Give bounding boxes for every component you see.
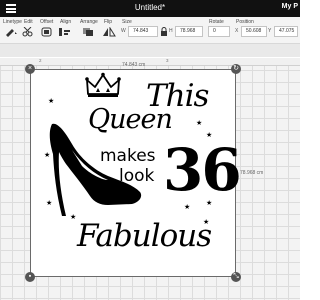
arrange-icon[interactable]: [82, 27, 96, 37]
height-field[interactable]: 78.968: [175, 26, 203, 37]
design-text-fabulous: Fabulous: [77, 218, 212, 254]
x-position-field[interactable]: 50.608: [241, 26, 267, 37]
align-group[interactable]: Align: [60, 19, 71, 25]
edit-toolbar: Linetype Edit Offset Align Arrange Flip: [0, 17, 300, 57]
size-label: Size: [122, 19, 132, 25]
top-ruler: 2 3: [0, 58, 300, 66]
design-text-makes: makes: [100, 146, 156, 166]
edit-label: Edit: [24, 19, 33, 25]
star-icon: ★: [48, 98, 55, 105]
star-icon: ★: [206, 200, 213, 207]
lock-icon[interactable]: ▪: [25, 272, 35, 282]
star-icon: ★: [184, 204, 191, 211]
rotate-field[interactable]: 0: [208, 26, 230, 37]
ruler-mark: 2: [39, 58, 42, 63]
align-label: Align: [60, 19, 72, 25]
arrange-label: Arrange: [80, 19, 98, 25]
linetype-label: Linetype: [3, 19, 22, 25]
ruler-mark: 3: [166, 58, 169, 63]
selection-height-readout: 78.968 cm: [240, 170, 264, 176]
y-field-label: Y: [268, 28, 272, 34]
rotate-label: Rotate: [209, 19, 224, 25]
arrange-group[interactable]: Arrange: [80, 19, 98, 25]
flip-group[interactable]: Flip: [104, 19, 112, 25]
toolbar-lower-strip: [0, 43, 300, 57]
resize-icon[interactable]: ⤡: [231, 272, 241, 282]
offset-label: Offset: [40, 19, 54, 25]
width-field-label: W: [121, 28, 126, 34]
offset-icon[interactable]: [41, 27, 53, 37]
star-icon: ★: [46, 200, 53, 207]
y-position-field[interactable]: 47.075: [274, 26, 298, 37]
align-icon[interactable]: [58, 27, 72, 37]
star-icon: ★: [203, 219, 210, 226]
lock-icon[interactable]: [160, 27, 168, 37]
x-field-label: X: [235, 28, 239, 34]
width-field[interactable]: 74.843: [128, 26, 158, 37]
rotate-group: Rotate: [209, 19, 224, 25]
design-text-age-number: 36: [163, 136, 242, 204]
offset-group[interactable]: Offset: [40, 19, 53, 25]
document-title: Untitled*: [134, 3, 166, 12]
rotate-icon[interactable]: ↻: [231, 64, 241, 74]
scissors-icon[interactable]: [22, 27, 36, 37]
project-label[interactable]: My P: [282, 3, 298, 10]
star-icon: ★: [206, 132, 213, 139]
flip-icon[interactable]: [102, 27, 116, 37]
height-field-label: H: [169, 28, 173, 34]
position-label: Position: [236, 19, 254, 25]
linetype-icon[interactable]: [4, 27, 18, 37]
flip-label: Flip: [104, 19, 113, 25]
design-text-look: look: [119, 166, 155, 186]
size-group: Size: [122, 19, 132, 25]
edit-group[interactable]: Edit: [24, 19, 33, 25]
title-bar: Untitled* My P: [0, 0, 300, 17]
linetype-group[interactable]: Linetype: [3, 19, 22, 25]
star-icon: ★: [196, 120, 203, 127]
star-icon: ★: [44, 152, 51, 159]
design-text-queen: Queen: [88, 104, 173, 135]
star-icon: ★: [70, 214, 77, 221]
selection-width-readout: 74.843 cm: [122, 62, 146, 68]
position-group: Position: [236, 19, 254, 25]
crown-icon: [85, 72, 121, 97]
close-icon[interactable]: ×: [25, 64, 35, 74]
